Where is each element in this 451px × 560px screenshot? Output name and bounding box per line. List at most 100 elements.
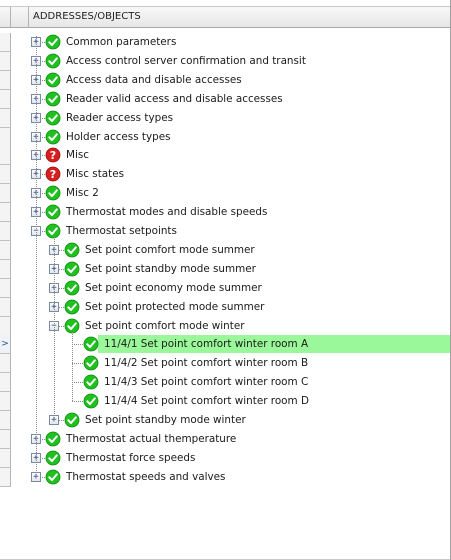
header-spacer (11, 7, 29, 27)
tree-item-label[interactable]: Holder access types (66, 131, 171, 143)
tree-row[interactable]: + Set point standby mode winter (0, 411, 450, 430)
tree-item-label[interactable]: 11/4/1 Set point comfort winter room A (104, 338, 308, 350)
tree-item-label[interactable]: Misc (66, 149, 89, 161)
tree-item-label[interactable]: Thermostat setpoints (66, 225, 177, 237)
ok-status-icon (45, 431, 61, 447)
row-selector[interactable] (0, 278, 11, 298)
tree-item-label[interactable]: Set point protected mode summer (85, 301, 264, 313)
ok-status-icon (45, 91, 61, 107)
tree-row[interactable]: + Reader access types (0, 108, 450, 128)
tree-item-label[interactable]: Misc 2 (66, 187, 99, 199)
row-selector[interactable] (0, 89, 11, 109)
row-selector[interactable] (0, 33, 11, 52)
tree-item-label[interactable]: Thermostat modes and disable speeds (66, 206, 267, 218)
row-selector[interactable] (0, 127, 11, 147)
ok-status-icon (45, 53, 61, 69)
tree-row[interactable]: + Common parameters (0, 33, 450, 52)
row-selector[interactable] (0, 203, 11, 223)
tree-row[interactable]: + Access data and disable accesses (0, 70, 450, 90)
tree-connector (72, 363, 83, 365)
row-selector[interactable] (0, 165, 11, 185)
tree-item-label[interactable]: Set point comfort mode summer (85, 244, 255, 256)
tree-row[interactable]: + Set point protected mode summer (0, 297, 450, 317)
tree-connector (72, 344, 83, 346)
tree-item-label[interactable]: Access control server confirmation and t… (66, 55, 306, 67)
tree-connector (72, 401, 83, 403)
tree-item-label[interactable]: 11/4/3 Set point comfort winter room C (104, 376, 308, 388)
row-selector[interactable] (0, 467, 11, 487)
tree-guide-line (54, 237, 55, 420)
tree-row[interactable]: >11/4/1 Set point comfort winter room A (0, 335, 450, 355)
row-selector[interactable] (0, 51, 11, 71)
tree-row[interactable]: − Set point comfort mode winter (0, 316, 450, 336)
tree-row[interactable]: + Access control server confirmation and … (0, 51, 450, 71)
row-selector[interactable] (0, 429, 11, 449)
tree-item-label[interactable]: Misc states (66, 168, 124, 180)
tree-connector (72, 382, 83, 384)
tree-item-label[interactable]: Set point standby mode winter (85, 414, 246, 426)
tree-item-label[interactable]: Thermostat actual themperature (66, 433, 236, 445)
ok-status-icon (45, 450, 61, 466)
row-selector[interactable] (0, 411, 11, 430)
tree-item-label[interactable]: Thermostat speeds and valves (66, 471, 225, 483)
tree-row[interactable]: + Thermostat modes and disable speeds (0, 203, 450, 223)
row-selector[interactable] (0, 108, 11, 128)
row-selector[interactable] (0, 354, 11, 374)
tree-row[interactable]: + Holder access types (0, 127, 450, 147)
tree-item-label[interactable]: Reader valid access and disable accesses (66, 93, 283, 105)
ok-status-icon (45, 110, 61, 126)
tree-row[interactable]: + Thermostat speeds and valves (0, 467, 450, 487)
row-selector[interactable] (0, 222, 11, 241)
row-selector[interactable] (0, 373, 11, 393)
tree-row[interactable]: 11/4/2 Set point comfort winter room B (0, 354, 450, 374)
ok-status-icon (83, 374, 99, 390)
row-selector[interactable] (0, 70, 11, 90)
ok-status-icon (45, 34, 61, 50)
row-selector[interactable]: > (0, 335, 11, 355)
tree-item-label[interactable]: Set point economy mode summer (85, 282, 262, 294)
ok-status-icon (45, 223, 61, 239)
tree-item-label[interactable]: 11/4/2 Set point comfort winter room B (104, 357, 308, 369)
tree-row[interactable]: +? Misc (0, 146, 450, 166)
ok-status-icon (83, 355, 99, 371)
ok-status-icon (45, 185, 61, 201)
tree-row[interactable]: + Set point standby mode summer (0, 259, 450, 279)
row-selector[interactable] (0, 316, 11, 336)
ok-status-icon (83, 336, 99, 352)
column-header-label: ADDRESSES/OBJECTS (33, 11, 141, 22)
tree-row[interactable]: + Thermostat actual themperature (0, 429, 450, 449)
column-header[interactable]: ADDRESSES/OBJECTS (0, 6, 450, 28)
tree-item-label[interactable]: Access data and disable accesses (66, 74, 242, 86)
tree-item-label[interactable]: Set point standby mode summer (85, 263, 256, 275)
ok-status-icon (45, 72, 61, 88)
ok-status-icon (64, 299, 80, 315)
tree-item-label[interactable]: Common parameters (66, 36, 176, 48)
header-row-selector (0, 7, 11, 27)
row-selector[interactable] (0, 146, 11, 166)
error-status-icon: ? (45, 147, 61, 163)
tree-row[interactable]: 11/4/3 Set point comfort winter room C (0, 373, 450, 393)
tree-row[interactable]: + Misc 2 (0, 184, 450, 204)
tree-row[interactable]: − Thermostat setpoints (0, 222, 450, 241)
tree-row[interactable]: + Reader valid access and disable accesse… (0, 89, 450, 109)
tree-item-label[interactable]: Set point comfort mode winter (85, 320, 245, 332)
tree-row[interactable]: 11/4/4 Set point comfort winter room D (0, 392, 450, 412)
ok-status-icon (64, 280, 80, 296)
tree-item-label[interactable]: Thermostat force speeds (66, 452, 195, 464)
tree-row[interactable]: + Set point economy mode summer (0, 278, 450, 298)
row-selector[interactable] (0, 240, 11, 260)
row-selector[interactable] (0, 392, 11, 412)
tree-item-label[interactable]: Reader access types (66, 112, 173, 124)
tree-row[interactable]: + Thermostat force speeds (0, 448, 450, 468)
ok-status-icon (45, 469, 61, 485)
tree-item-label[interactable]: 11/4/4 Set point comfort winter room D (104, 395, 309, 407)
tree-row[interactable]: +? Misc states (0, 165, 450, 185)
object-tree-panel: ADDRESSES/OBJECTS + Common parameters + Acc… (0, 0, 451, 560)
tree-row[interactable]: + Set point comfort mode summer (0, 240, 450, 260)
ok-status-icon (64, 261, 80, 277)
row-selector[interactable] (0, 448, 11, 468)
row-selector[interactable] (0, 184, 11, 204)
ok-status-icon (83, 393, 99, 409)
row-selector[interactable] (0, 259, 11, 279)
row-selector[interactable] (0, 297, 11, 317)
